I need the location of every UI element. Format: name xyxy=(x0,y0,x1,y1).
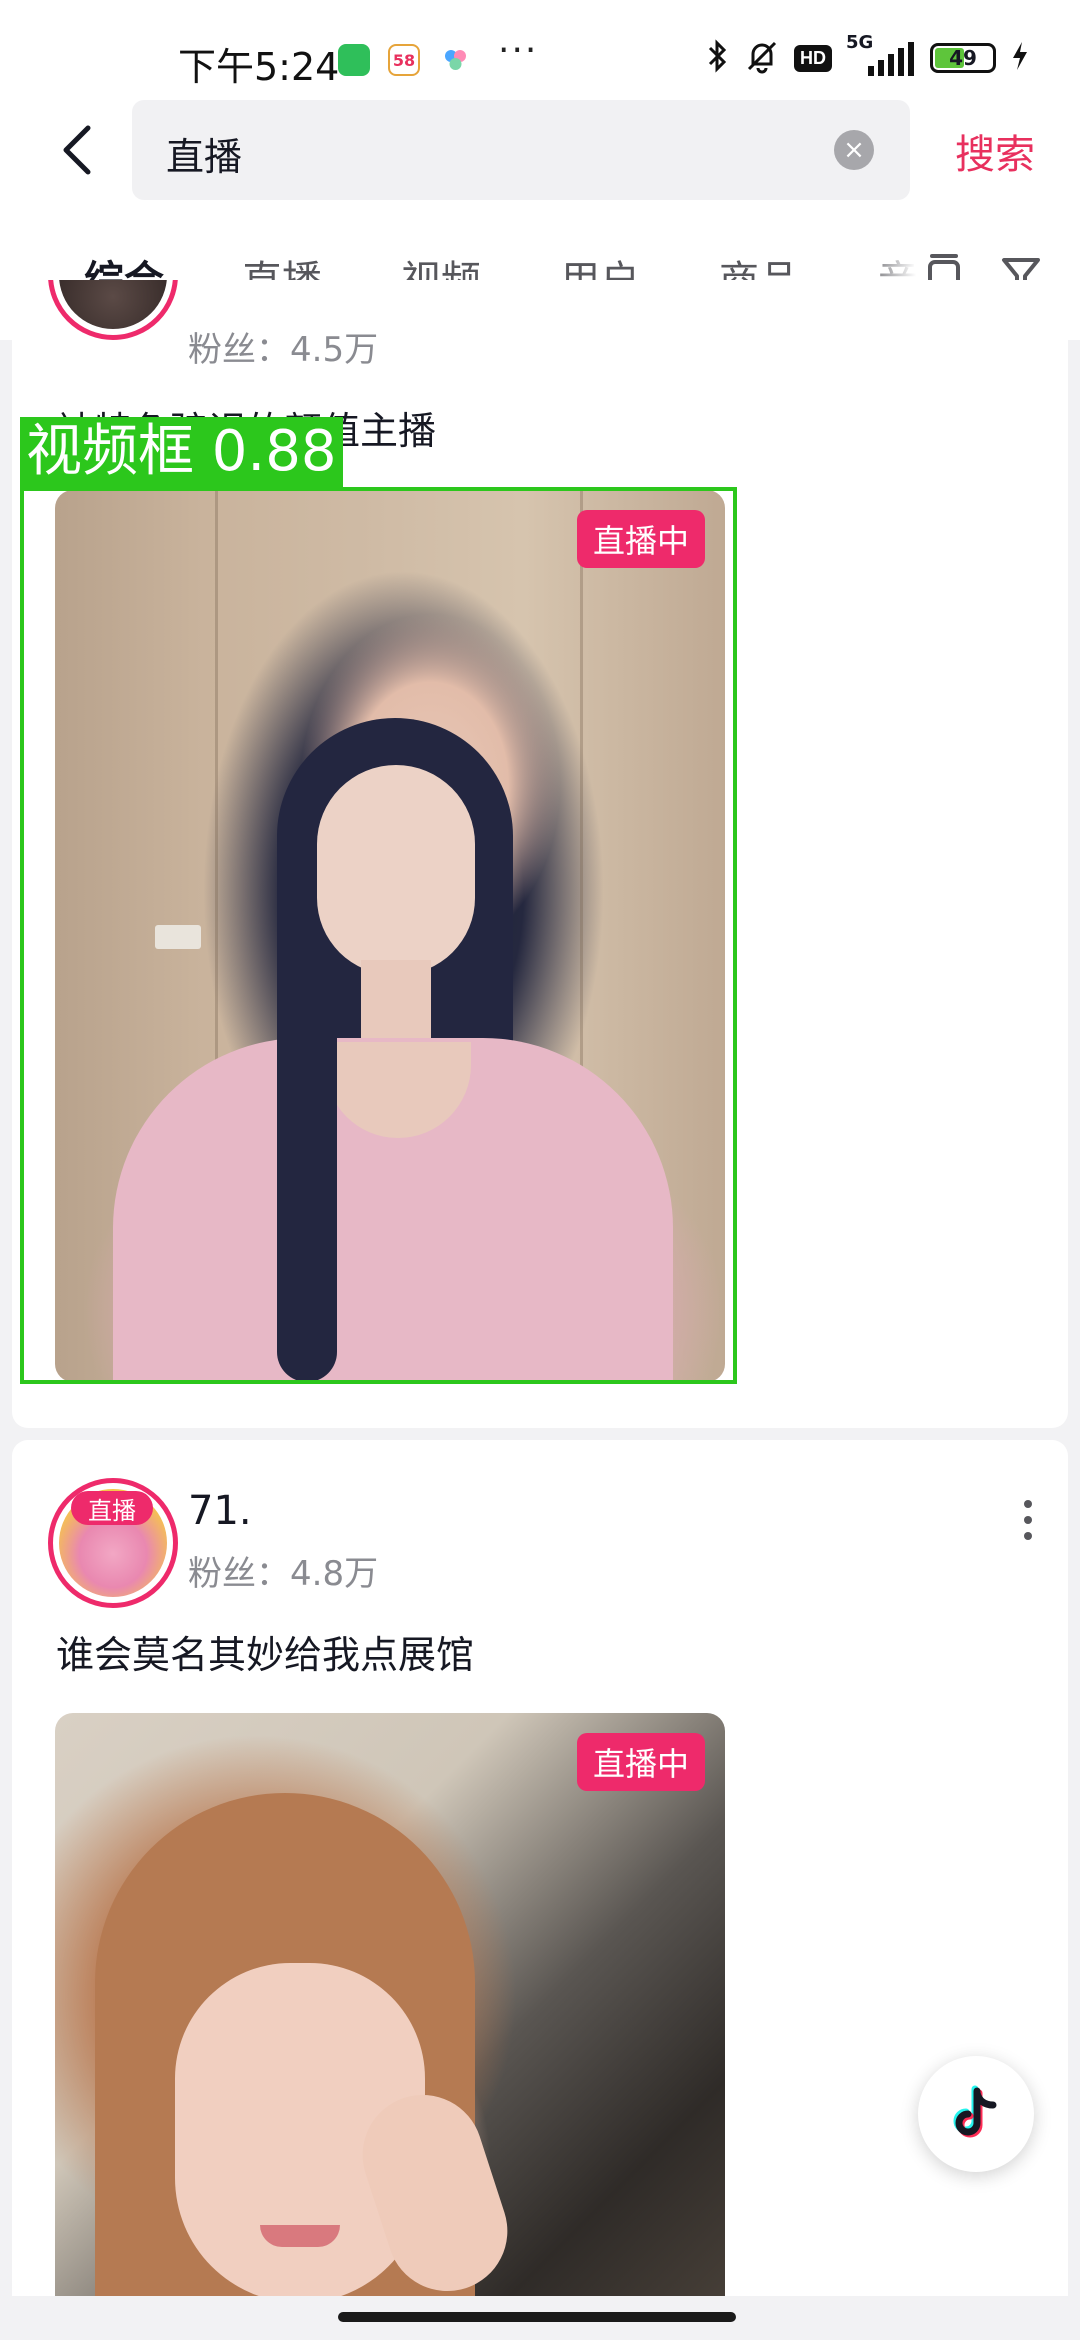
detection-label: 视频框 0.88 xyxy=(20,417,343,487)
search-header: 直播 × 搜索 xyxy=(0,100,1080,210)
battery-indicator: 49 xyxy=(930,43,996,73)
douyin-logo-icon xyxy=(953,2085,997,2138)
more-notifications-icon: ··· xyxy=(498,30,539,71)
bell-off-icon xyxy=(744,38,780,78)
avatar[interactable]: 直播 xyxy=(48,1478,178,1608)
hd-badge: HD xyxy=(794,44,832,72)
58-icon: 58 xyxy=(388,44,420,76)
fans-count: 粉丝：4.8万 xyxy=(188,1554,379,1594)
chevron-left-icon xyxy=(63,125,91,175)
search-query-text: 直播 xyxy=(166,135,243,179)
user-name[interactable]: 71. xyxy=(188,1488,252,1534)
back-button[interactable] xyxy=(50,120,110,180)
live-badge: 直播中 xyxy=(577,1733,705,1791)
signal-icon: 5G xyxy=(846,32,916,78)
detection-box xyxy=(20,487,737,1384)
live-video-thumbnail[interactable]: 直播中 xyxy=(55,1713,725,2340)
avatar[interactable] xyxy=(48,280,178,340)
battery-level: 49 xyxy=(949,46,977,70)
search-button[interactable]: 搜索 xyxy=(955,122,1035,180)
status-time: 下午5:24 xyxy=(178,45,340,89)
wechat-icon xyxy=(338,44,370,76)
result-description: 谁会莫名其妙给我点展馆 xyxy=(56,1633,475,1677)
avatar-live-badge: 直播 xyxy=(71,1491,153,1525)
cloud-icon xyxy=(440,44,472,76)
fans-count: 粉丝：4.5万 xyxy=(188,330,379,370)
charging-icon xyxy=(1010,40,1030,76)
bluetooth-icon xyxy=(706,38,730,78)
result-card[interactable]: 直播 71. 粉丝：4.8万 谁会莫名其妙给我点展馆 直播中 xyxy=(12,1440,1068,2340)
search-input[interactable]: 直播 × xyxy=(132,100,910,200)
home-indicator[interactable] xyxy=(338,2312,736,2322)
douyin-float-button[interactable] xyxy=(918,2056,1034,2172)
status-bar: 下午5:24 58 ··· HD 5G 49 xyxy=(0,0,1080,100)
more-options-icon[interactable] xyxy=(1008,1490,1048,1550)
clear-icon[interactable]: × xyxy=(834,130,874,170)
